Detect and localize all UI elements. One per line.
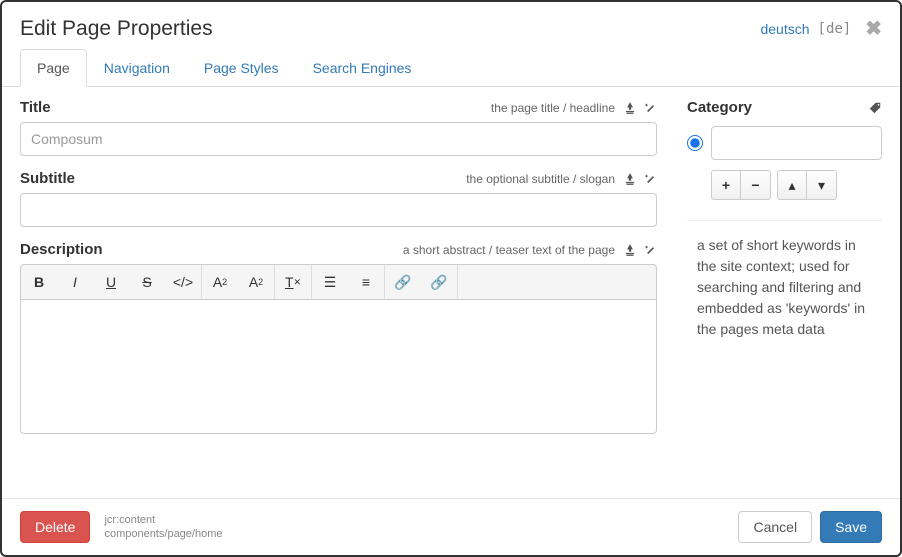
link-button[interactable]: 🔗 — [385, 265, 421, 299]
translate-icon[interactable] — [623, 243, 637, 257]
ordered-list-button[interactable]: ≡ — [348, 265, 384, 299]
tab-navigation[interactable]: Navigation — [87, 49, 187, 87]
subtitle-label: Subtitle — [20, 170, 75, 187]
category-radio[interactable] — [687, 135, 703, 151]
tag-icon — [868, 101, 882, 115]
left-column: Title the page title / headline Subtitle — [20, 99, 657, 486]
save-button[interactable]: Save — [820, 511, 882, 543]
strike-button[interactable]: S — [129, 265, 165, 299]
translate-icon[interactable] — [623, 101, 637, 115]
subscript-button[interactable]: A2 — [238, 265, 274, 299]
move-up-button[interactable]: ▴ — [777, 170, 807, 200]
dialog-header: Edit Page Properties deutsch [de] ✖ — [2, 2, 900, 49]
subtitle-input[interactable] — [20, 193, 657, 227]
dialog-footer: Delete jcr:content components/page/home … — [2, 498, 900, 555]
unlink-button[interactable]: 🔗 — [421, 265, 457, 299]
category-row — [687, 126, 882, 160]
cancel-button[interactable]: Cancel — [738, 511, 812, 543]
category-label: Category — [687, 99, 752, 116]
magic-icon[interactable] — [643, 172, 657, 186]
remove-button[interactable]: − — [741, 170, 771, 200]
description-label: Description — [20, 241, 103, 258]
magic-icon[interactable] — [643, 243, 657, 257]
magic-icon[interactable] — [643, 101, 657, 115]
rte-toolbar: B I U S </> A2 A2 T✕ ☰ ≡ — [20, 264, 657, 299]
tab-page-styles[interactable]: Page Styles — [187, 49, 296, 87]
dialog-body: Title the page title / headline Subtitle — [2, 87, 900, 498]
field-subtitle: Subtitle the optional subtitle / slogan — [20, 170, 657, 227]
description-hint: a short abstract / teaser text of the pa… — [403, 243, 615, 257]
category-help: a set of short keywords in the site cont… — [687, 220, 882, 350]
tab-page[interactable]: Page — [20, 49, 87, 87]
path-name: jcr:content — [104, 513, 222, 527]
field-title: Title the page title / headline — [20, 99, 657, 156]
field-description: Description a short abstract / teaser te… — [20, 241, 657, 434]
close-icon[interactable]: ✖ — [865, 16, 882, 41]
edit-page-dialog: Edit Page Properties deutsch [de] ✖ Page… — [0, 0, 902, 557]
title-hint: the page title / headline — [491, 101, 615, 115]
title-label: Title — [20, 99, 51, 116]
unordered-list-button[interactable]: ☰ — [312, 265, 348, 299]
description-editor[interactable] — [20, 299, 657, 434]
category-input[interactable] — [711, 126, 882, 160]
header-right: deutsch [de] ✖ — [760, 16, 882, 41]
path-type: components/page/home — [104, 527, 222, 541]
language-code: [de] — [818, 21, 852, 37]
translate-icon[interactable] — [623, 172, 637, 186]
dialog-title: Edit Page Properties — [20, 17, 213, 41]
clear-format-button[interactable]: T✕ — [275, 265, 311, 299]
category-buttons: + − ▴ ▾ — [711, 170, 882, 200]
bold-button[interactable]: B — [21, 265, 57, 299]
italic-button[interactable]: I — [57, 265, 93, 299]
language-link[interactable]: deutsch — [760, 21, 809, 37]
code-button[interactable]: </> — [165, 265, 201, 299]
subtitle-hint: the optional subtitle / slogan — [466, 172, 615, 186]
tab-bar: Page Navigation Page Styles Search Engin… — [2, 49, 900, 87]
underline-button[interactable]: U — [93, 265, 129, 299]
right-column: Category + − ▴ ▾ a set of short keywords… — [687, 99, 882, 486]
delete-button[interactable]: Delete — [20, 511, 90, 543]
title-input[interactable] — [20, 122, 657, 156]
superscript-button[interactable]: A2 — [202, 265, 238, 299]
path-info: jcr:content components/page/home — [104, 513, 222, 542]
move-down-button[interactable]: ▾ — [807, 170, 837, 200]
add-button[interactable]: + — [711, 170, 741, 200]
tab-search-engines[interactable]: Search Engines — [296, 49, 429, 87]
